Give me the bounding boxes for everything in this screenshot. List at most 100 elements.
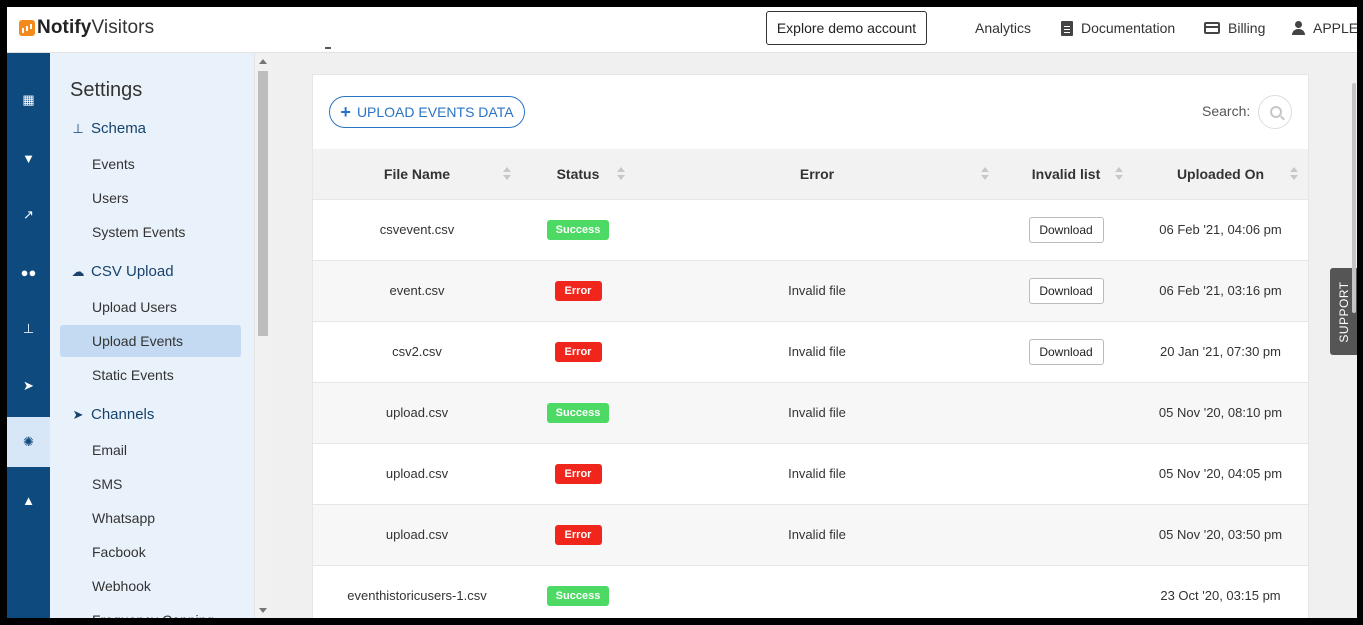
status-cell: Error [521, 320, 635, 382]
nav-billing-label: Billing [1228, 20, 1266, 36]
settings-sidebar: Settings ⊥ Schema Events Users System Events… [50, 53, 254, 618]
column-header-label: File Name [383, 165, 451, 182]
sidebar-item-upload-users[interactable]: Upload Users [60, 291, 241, 323]
rail-item-users[interactable]: ●● [7, 247, 50, 297]
nav-analytics[interactable]: Analytics [951, 20, 1031, 36]
upload-events-data-button[interactable]: + UPLOAD EVENTS DATA [329, 96, 525, 128]
file-name-cell: event.csv [313, 259, 521, 321]
sidebar-group-label: Schema [91, 120, 147, 137]
download-button[interactable]: Download [1028, 216, 1104, 243]
table-row: csv2.csv Error Invalid file Download 20 Jan … [313, 320, 1308, 382]
file-name-cell: upload.csv [313, 442, 521, 504]
status-badge: Success [546, 585, 610, 606]
rail-item-funnel[interactable]: ▼ [7, 133, 50, 183]
status-cell: Error [521, 259, 635, 321]
page-scroll-thumb[interactable] [1352, 83, 1356, 313]
rail-item-gear[interactable]: ✺ [7, 417, 50, 467]
upload-events-panel: + UPLOAD EVENTS DATA Search: File Name St… [312, 74, 1309, 618]
sort-arrows-icon[interactable] [981, 167, 989, 181]
error-cell [635, 198, 999, 260]
table-row: eventhistoricusers-1.csv Success 23 Oct '2… [313, 564, 1308, 618]
nav-account[interactable]: APPLE [1292, 20, 1357, 36]
rail-item-line-chart[interactable]: ↗ [7, 190, 50, 240]
breadcrumb-fragment [325, 47, 331, 49]
support-label: SUPPORT [1336, 280, 1351, 343]
invalid-list-cell [999, 564, 1133, 618]
logo-bars-icon [19, 20, 35, 36]
sidebar-item-static-events[interactable]: Static Events [60, 359, 241, 391]
uploaded-on-cell: 05 Nov '20, 08:10 pm [1133, 381, 1308, 443]
sort-arrows-icon[interactable] [617, 167, 625, 181]
column-header-invalid-list[interactable]: Invalid list [999, 149, 1133, 199]
table-row: event.csv Error Invalid file Download 06 Feb… [313, 259, 1308, 321]
page-scrollbar[interactable] [1350, 53, 1357, 618]
sidebar-item-email[interactable]: Email [60, 434, 241, 466]
table-header-row: File Name Status Error Invalid list Uploaded… [313, 149, 1308, 199]
scroll-down-arrow-icon[interactable] [259, 608, 267, 613]
sidebar-item-users[interactable]: Users [60, 182, 241, 214]
users-icon: ●● [20, 264, 37, 280]
nav-billing[interactable]: Billing [1204, 20, 1265, 36]
sidebar-item-sms[interactable]: SMS [60, 468, 241, 500]
download-button[interactable]: Download [1028, 338, 1104, 365]
rail-item-warning[interactable]: ▲ [7, 475, 50, 525]
sort-arrows-icon[interactable] [1115, 167, 1123, 181]
cloud-upload-icon: ☁ [71, 263, 85, 279]
file-name-cell: upload.csv [313, 381, 521, 443]
error-cell: Invalid file [635, 259, 999, 321]
error-cell: Invalid file [635, 381, 999, 443]
sitemap-icon: ⊥ [22, 321, 35, 336]
file-name-cell: csvevent.csv [313, 198, 521, 260]
document-icon [1061, 20, 1073, 36]
scroll-up-arrow-icon[interactable] [259, 59, 267, 64]
file-name-cell: eventhistoricusers-1.csv [313, 564, 521, 618]
sidebar-item-webhook[interactable]: Webhook [60, 570, 241, 602]
sitemap-icon: ⊥ [72, 120, 84, 136]
search-label: Search: [1202, 103, 1251, 119]
rail-item-dashboard-grid[interactable]: ▦ [7, 75, 50, 125]
nav-documentation[interactable]: Documentation [1061, 20, 1175, 36]
user-icon [1292, 21, 1305, 35]
plus-icon: + [340, 102, 351, 122]
column-header-status[interactable]: Status [521, 149, 635, 199]
download-button[interactable]: Download [1028, 277, 1104, 304]
sidebar-item-facbook[interactable]: Facbook [60, 536, 241, 568]
uploaded-on-cell: 06 Feb '21, 04:06 pm [1133, 198, 1308, 260]
sidebar-scrollbar[interactable] [254, 53, 270, 618]
invalid-list-cell: Download [999, 259, 1133, 321]
column-header-file-name[interactable]: File Name [313, 149, 521, 199]
sidebar-item-whatsapp[interactable]: Whatsapp [60, 502, 241, 534]
column-header-error[interactable]: Error [635, 149, 999, 199]
status-cell: Success [521, 198, 635, 260]
sort-arrows-icon[interactable] [1290, 167, 1298, 181]
sort-arrows-icon[interactable] [503, 167, 511, 181]
sidebar-scroll-thumb[interactable] [258, 71, 268, 336]
nav-documentation-label: Documentation [1081, 20, 1176, 36]
table-row: csvevent.csv Success Download 06 Feb '21, 0… [313, 198, 1308, 260]
sidebar-group-csv-upload[interactable]: ☁ CSV Upload [70, 263, 174, 280]
send-icon: ➤ [72, 406, 84, 422]
brand-name-bold: Notify [37, 17, 92, 38]
status-badge: Error [554, 341, 602, 362]
error-cell: Invalid file [635, 442, 999, 504]
column-header-uploaded-on[interactable]: Uploaded On [1133, 149, 1308, 199]
sidebar-item-system-events[interactable]: System Events [60, 216, 241, 248]
brand-name: NotifyVisitors [37, 17, 154, 39]
rail-item-send[interactable]: ➤ [7, 361, 50, 411]
sidebar-item-frequency-capping[interactable]: Frequency Capping [60, 604, 241, 618]
warning-icon: ▲ [22, 492, 35, 508]
column-header-label: Uploaded On [1176, 165, 1265, 182]
status-cell: Success [521, 564, 635, 618]
rail-item-sitemap[interactable]: ⊥ [7, 304, 50, 354]
sidebar-item-events[interactable]: Events [60, 148, 241, 180]
brand-logo[interactable]: NotifyVisitors [19, 17, 154, 39]
sidebar-group-label: CSV Upload [91, 263, 174, 280]
icon-rail: ▦ ▼ ↗ ●● ⊥ ➤ ✺ ▲ [7, 53, 50, 618]
sidebar-group-channels[interactable]: ➤ Channels [70, 406, 155, 423]
search-icon[interactable] [1258, 95, 1292, 129]
uploaded-on-cell: 05 Nov '20, 03:50 pm [1133, 503, 1308, 565]
top-bar: NotifyVisitors Explore demo account Anal… [7, 7, 1357, 53]
sidebar-item-upload-events[interactable]: Upload Events [60, 325, 241, 357]
explore-demo-button[interactable]: Explore demo account [766, 11, 927, 45]
sidebar-group-schema[interactable]: ⊥ Schema [70, 120, 146, 137]
